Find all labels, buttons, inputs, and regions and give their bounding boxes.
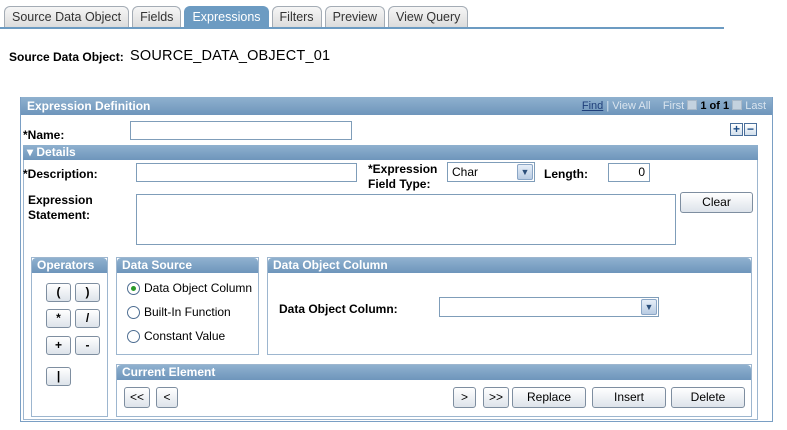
tab-view-query[interactable]: View Query <box>388 6 469 27</box>
data-object-column-select[interactable]: ▼ <box>439 297 659 317</box>
add-row-icon[interactable]: + <box>730 123 743 136</box>
tab-source-data-object[interactable]: Source Data Object <box>4 6 130 27</box>
plus-button[interactable]: + <box>46 336 71 355</box>
multiply-button[interactable]: * <box>46 309 71 328</box>
collapse-icon[interactable]: ▾ <box>27 145 33 159</box>
row-navigation: Find | View All First 1 of 1 Last <box>582 97 766 115</box>
radio-selected-icon[interactable] <box>127 281 140 295</box>
next-element-button[interactable]: > <box>453 387 476 408</box>
previous-row-icon[interactable] <box>687 100 698 110</box>
current-element-header: Current Element <box>117 365 751 380</box>
find-link[interactable]: Find <box>582 100 603 112</box>
open-paren-button[interactable]: ( <box>46 283 71 302</box>
expression-statement-label-line2: Statement: <box>28 208 91 222</box>
clear-button[interactable]: Clear <box>680 192 753 213</box>
chevron-down-icon[interactable]: ▼ <box>517 164 533 180</box>
expression-definition-header: Expression Definition Find | View All Fi… <box>21 97 772 115</box>
row-count: 1 of 1 <box>700 100 730 112</box>
first-element-button[interactable]: << <box>124 387 150 408</box>
expression-field-type-label-line2: Field Type: <box>368 177 431 191</box>
name-input[interactable] <box>130 121 352 140</box>
tab-bar: Source Data Object Fields Expressions Fi… <box>4 6 469 28</box>
built-in-function-option[interactable]: Built-In Function <box>127 305 231 319</box>
last-link[interactable]: Last <box>745 100 766 112</box>
tab-divider <box>0 27 724 29</box>
built-in-function-option-label: Built-In Function <box>144 305 231 319</box>
radio-icon[interactable] <box>127 305 140 319</box>
view-all-link[interactable]: View All <box>612 100 650 112</box>
length-label: Length: <box>544 167 588 181</box>
expression-definition-title: Expression Definition <box>27 99 151 113</box>
divide-button[interactable]: / <box>75 309 100 328</box>
expression-definition-panel: Expression Definition Find | View All Fi… <box>20 97 773 422</box>
close-paren-button[interactable]: ) <box>75 283 100 302</box>
data-object-column-option-label: Data Object Column <box>144 281 253 295</box>
data-object-column-option[interactable]: Data Object Column <box>127 281 252 295</box>
delete-row-icon[interactable]: − <box>744 123 757 136</box>
expression-statement-textarea[interactable] <box>136 194 676 245</box>
delete-button[interactable]: Delete <box>671 387 745 408</box>
data-source-header: Data Source <box>117 258 258 273</box>
description-input[interactable] <box>136 163 357 182</box>
first-link[interactable]: First <box>663 100 684 112</box>
chevron-down-icon[interactable]: ▼ <box>641 299 657 315</box>
last-element-button[interactable]: >> <box>483 387 509 408</box>
source-data-object-value: SOURCE_DATA_OBJECT_01 <box>130 48 331 64</box>
current-element-panel: Current Element << < > >> Replace Insert… <box>116 364 752 417</box>
tab-fields[interactable]: Fields <box>132 6 182 27</box>
radio-icon[interactable] <box>127 329 140 343</box>
description-label: *Description: <box>23 167 98 181</box>
data-object-column-label: Data Object Column: <box>279 302 398 316</box>
tab-preview[interactable]: Preview <box>324 6 386 27</box>
expression-field-type-label-line1: *Expression <box>368 162 438 176</box>
next-row-icon[interactable] <box>732 100 743 110</box>
previous-element-button[interactable]: < <box>156 387 178 408</box>
data-object-column-header: Data Object Column <box>268 258 751 273</box>
constant-value-option-label: Constant Value <box>144 329 226 343</box>
tab-expressions[interactable]: Expressions <box>184 6 269 28</box>
details-title: Details <box>36 145 76 159</box>
name-label: *Name: <box>23 128 65 142</box>
minus-button[interactable]: - <box>75 336 100 355</box>
data-source-panel: Data Source Data Object Column Built-In … <box>116 257 259 355</box>
constant-value-option[interactable]: Constant Value <box>127 329 225 343</box>
source-data-object-label: Source Data Object: <box>9 50 124 64</box>
replace-button[interactable]: Replace <box>512 387 586 408</box>
details-header[interactable]: ▾ Details <box>23 145 758 160</box>
row-add-remove: + − <box>730 123 757 136</box>
tab-filters[interactable]: Filters <box>271 6 322 27</box>
data-object-column-panel: Data Object Column Data Object Column: ▼ <box>267 257 752 355</box>
operators-header: Operators <box>32 258 107 273</box>
concatenate-button[interactable]: | <box>46 367 71 386</box>
expression-field-type-select[interactable]: Char ▼ <box>447 162 535 182</box>
operators-panel: Operators ( ) * / + - | <box>31 257 108 417</box>
expression-statement-label-line1: Expression <box>28 193 93 207</box>
insert-button[interactable]: Insert <box>592 387 666 408</box>
field-type-value: Char <box>452 165 479 179</box>
length-input[interactable]: 0 <box>608 163 650 182</box>
